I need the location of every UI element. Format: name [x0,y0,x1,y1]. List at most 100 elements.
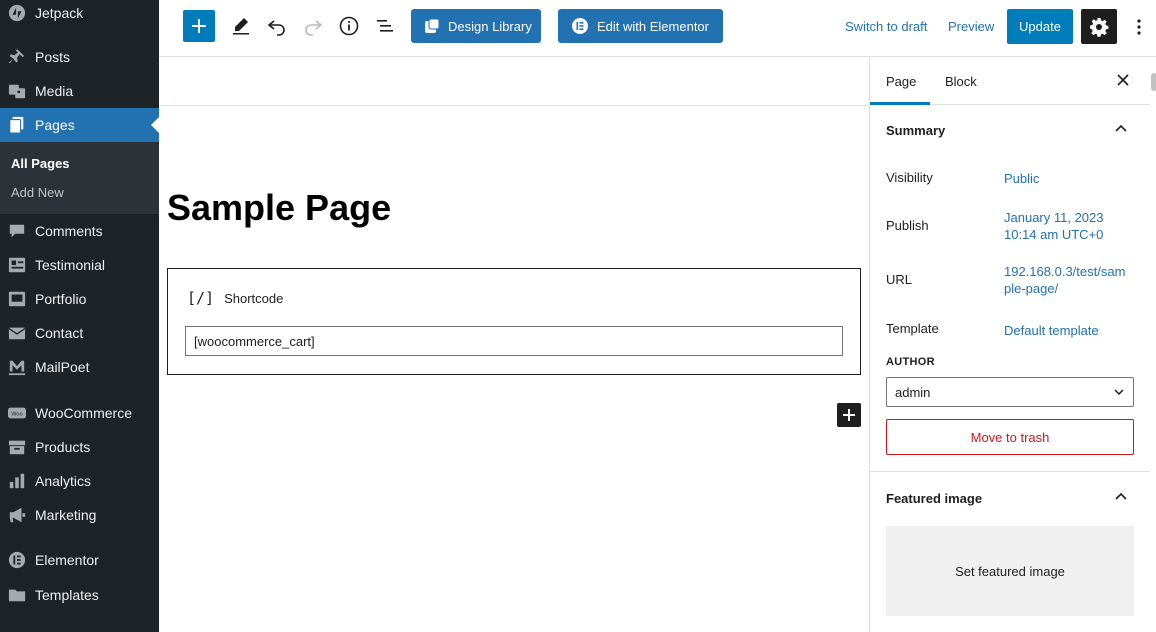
sidebar-item-label: Analytics [35,473,92,489]
visibility-label: Visibility [886,170,933,185]
publish-date-value[interactable]: January 11, 2023 10:14 am UTC+0 [1004,209,1134,243]
bar-chart-icon [8,472,26,490]
pushpin-icon [8,48,26,66]
sidebar-item-jetpack[interactable]: Jetpack [0,0,159,30]
visibility-value[interactable]: Public [1004,170,1134,187]
switch-to-draft-button[interactable]: Switch to draft [845,19,927,34]
archive-icon [8,438,26,456]
preview-button[interactable]: Preview [948,19,994,34]
sidebar-item-comments[interactable]: Comments [0,214,159,248]
sidebar-item-label: WooCommerce [35,405,132,421]
set-featured-image-button[interactable]: Set featured image [886,526,1134,616]
sidebar-item-media[interactable]: Media [0,74,159,108]
close-icon[interactable] [1114,71,1132,89]
sidebar-item-label: Pages [35,117,75,133]
list-view-icon [377,20,393,32]
tab-block[interactable]: Block [945,74,977,89]
publish-label: Publish [886,218,929,233]
sidebar-item-elementor[interactable]: Elementor [0,543,159,577]
author-selected-value: admin [895,385,931,400]
author-label: AUTHOR [886,356,935,368]
pencil-icon [233,18,249,35]
folder-icon [8,586,26,604]
testimonial-icon [8,256,26,274]
sidebar-item-pages[interactable]: Pages [0,108,159,142]
url-value[interactable]: 192.168.0.3/test/sam ple-page/ [1004,263,1134,297]
sidebar-item-marketing[interactable]: Marketing [0,498,159,532]
chevron-down-icon [1114,389,1124,396]
redo-icon [305,20,323,36]
megaphone-icon [8,506,26,524]
add-block-button[interactable] [183,10,215,42]
media-icon [8,82,26,100]
redo-button[interactable] [300,13,326,39]
admin-sidebar: Jetpack Posts Media Pages All Pages Add … [0,0,159,632]
sidebar-item-portfolio[interactable]: Portfolio [0,282,159,316]
pages-icon [8,116,26,134]
undo-icon [267,20,285,36]
sidebar-item-label: Comments [35,223,103,239]
jetpack-icon [8,4,26,22]
envelope-icon [8,324,26,342]
design-library-icon [425,19,439,33]
sidebar-item-label: Elementor [35,552,99,568]
sidebar-item-label: MailPoet [35,359,90,375]
sidebar-item-label: Posts [35,49,71,65]
design-library-button[interactable]: Design Library [411,9,541,43]
chevron-up-icon[interactable] [1113,121,1129,137]
details-button[interactable] [336,13,362,39]
canvas-divider [159,105,869,106]
sidebar-item-label: Products [35,439,91,455]
edit-tool-button[interactable] [228,13,254,39]
woocommerce-icon: Woo [8,404,26,422]
update-button[interactable]: Update [1007,9,1073,44]
editor-canvas: Sample Page [/] Shortcode [woocommerce_c… [159,57,869,632]
sidebar-item-testimonial[interactable]: Testimonial [0,248,159,282]
sidebar-item-mailpoet[interactable]: MailPoet [0,350,159,384]
sidebar-item-label: Testimonial [35,257,106,273]
sidebar-item-analytics[interactable]: Analytics [0,464,159,498]
template-value[interactable]: Default template [1004,322,1134,339]
info-icon [339,16,359,36]
submenu-all-pages[interactable]: All Pages [11,156,70,171]
edit-with-elementor-button[interactable]: Edit with Elementor [558,9,723,43]
sidebar-item-label: Templates [35,587,99,603]
shortcode-block[interactable]: [/] Shortcode [woocommerce_cart] [167,268,861,375]
publish-date: January 11, 2023 [1004,210,1104,225]
vertical-dots-icon [1137,19,1141,35]
sidebar-item-label: Marketing [35,507,97,523]
sidebar-item-templates[interactable]: Templates [0,578,159,612]
sidebar-item-label: Portfolio [35,291,87,307]
url-line-2: ple-page/ [1004,281,1059,296]
settings-button[interactable] [1081,9,1117,44]
tab-page[interactable]: Page [886,74,916,89]
edit-with-elementor-label: Edit with Elementor [597,18,709,34]
pages-submenu: All Pages Add New [0,142,159,214]
chevron-up-icon[interactable] [1113,489,1129,505]
mailpoet-icon [8,358,26,376]
panel-tabs: Page Block [870,57,1150,105]
sidebar-item-woocommerce[interactable]: Woo WooCommerce [0,396,159,430]
list-view-button[interactable] [372,13,398,39]
move-to-trash-button[interactable]: Move to trash [886,419,1134,455]
template-label: Template [886,321,939,336]
plus-icon [843,409,855,421]
more-options-button[interactable] [1129,15,1149,39]
undo-button[interactable] [264,13,290,39]
svg-text:Woo: Woo [11,412,23,418]
shortcode-input[interactable]: [woocommerce_cart] [185,326,843,356]
shortcode-block-header: [/] Shortcode [187,289,283,307]
sidebar-item-products[interactable]: Products [0,430,159,464]
page-title[interactable]: Sample Page [167,187,391,229]
elementor-icon [572,18,588,34]
featured-image-section-title[interactable]: Featured image [886,491,982,506]
author-select[interactable]: admin [886,377,1134,407]
url-line-1: 192.168.0.3/test/sam [1004,264,1126,279]
submenu-add-new[interactable]: Add New [11,185,64,200]
sidebar-item-contact[interactable]: Contact [0,316,159,350]
sidebar-item-posts[interactable]: Posts [0,40,159,74]
summary-section-title[interactable]: Summary [886,123,945,138]
block-inserter-button[interactable] [837,403,861,427]
panel-divider [870,471,1150,472]
panel-scrollbar[interactable] [1151,73,1156,91]
